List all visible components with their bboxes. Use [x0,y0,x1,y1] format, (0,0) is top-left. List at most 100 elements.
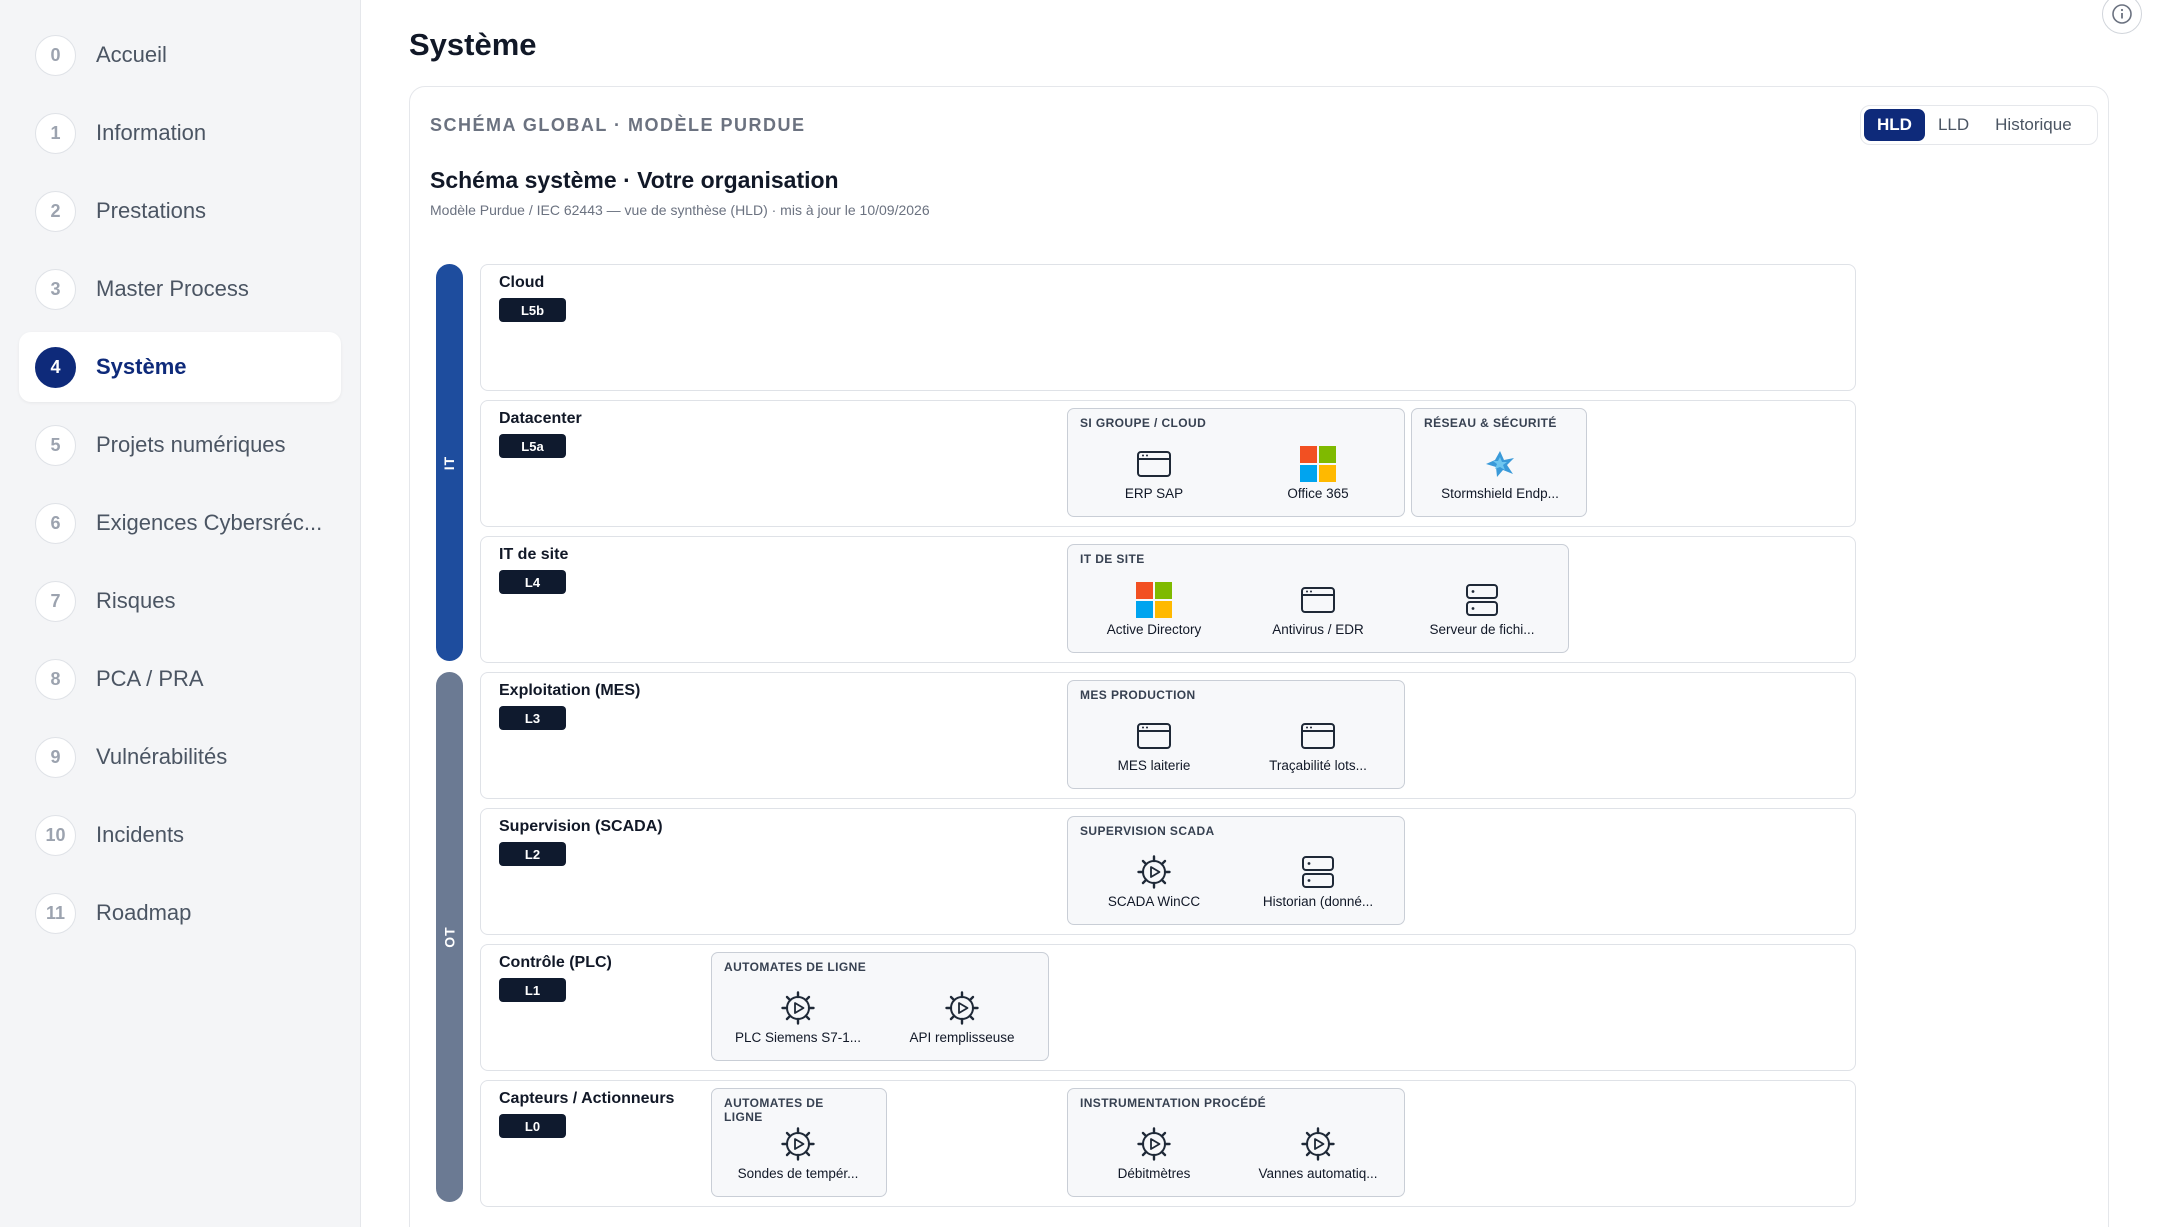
group-title: SUPERVISION SCADA [1080,824,1215,838]
asset-label: SCADA WinCC [1107,894,1201,909]
sidebar-item-prestations[interactable]: 2 Prestations [19,176,341,246]
asset-label: Stormshield Endp... [1441,486,1559,501]
step-number: 6 [35,502,76,544]
asset-card[interactable]: Office 365 [1236,445,1400,511]
asset-label: API remplisseuse [909,1030,1015,1045]
asset-group: RÉSEAU & SÉCURITÉ Stormshield Endp... [1411,408,1587,517]
level-badge: L4 [499,570,566,594]
asset-group: SI GROUPE / CLOUD ERP SAP Office 365 [1067,408,1405,517]
asset-card[interactable]: Historian (donné... [1236,853,1400,919]
asset-label: Vannes automatiq... [1258,1166,1378,1181]
sidebar-item-roadmap[interactable]: 11 Roadmap [19,878,341,948]
sidebar-item-projets-numeriques[interactable]: 5 Projets numériques [19,410,341,480]
level-badge: L3 [499,706,566,730]
info-icon [2112,4,2132,24]
step-number: 10 [35,814,76,856]
group-title: RÉSEAU & SÉCURITÉ [1424,416,1557,430]
tab-lld[interactable]: LLD [1925,109,1982,141]
level-row-l5b: Cloud L5b [480,264,1856,391]
asset-label: Serveur de fichi... [1429,622,1535,637]
sidebar-item-label: PCA / PRA [96,666,204,691]
gear-play-icon [1137,1127,1171,1161]
group-title: MES PRODUCTION [1080,688,1196,702]
microsoft-logo-icon [1136,582,1172,618]
sidebar-item-label: Incidents [96,822,185,847]
schema-title: Schéma système · Votre organisation [430,167,839,193]
tab-historique[interactable]: Historique [1982,109,2085,141]
step-number: 3 [35,268,76,310]
level-name: Contrôle (PLC) [499,954,612,971]
level-row-l5a: Datacenter L5a SI GROUPE / CLOUD ERP SAP… [480,400,1856,527]
tab-hld[interactable]: HLD [1864,109,1925,141]
asset-card[interactable]: Sondes de tempér... [716,1125,880,1191]
asset-group: SUPERVISION SCADA SCADA WinCC Historian … [1067,816,1405,925]
sidebar-item-accueil[interactable]: 0 Accueil [19,20,341,90]
step-number: 11 [35,892,76,934]
asset-card[interactable]: Traçabilité lots... [1236,717,1400,783]
zone-label: OT [441,926,458,948]
level-name: Datacenter [499,410,582,427]
sidebar-item-risques[interactable]: 7 Risques [19,566,341,636]
sidebar-item-label: Projets numériques [96,432,286,457]
gear-play-icon [781,991,815,1025]
gear-play-icon [1301,1127,1335,1161]
level-row-l0: Capteurs / Actionneurs L0 AUTOMATES DE L… [480,1080,1856,1207]
sidebar-item-exigences-cybersecurite[interactable]: 6 Exigences Cybersréc... [19,488,341,558]
asset-label: Traçabilité lots... [1269,758,1367,773]
sidebar-item-label: Système [96,354,187,379]
page-title: Système [409,27,537,62]
asset-group: AUTOMATES DE LIGNE PLC Siemens S7-1... A… [711,952,1049,1061]
card-kicker: SCHÉMA GLOBAL · MODÈLE PURDUE [430,115,806,135]
group-title: IT DE SITE [1080,552,1145,566]
asset-label: Office 365 [1287,486,1349,501]
group-title: SI GROUPE / CLOUD [1080,416,1207,430]
window-icon [1137,723,1171,749]
sidebar: 0 Accueil 1 Information 2 Prestations 3 … [0,0,361,1227]
group-title: AUTOMATES DE LIGNE [724,960,867,974]
asset-label: Antivirus / EDR [1272,622,1364,637]
asset-card[interactable]: ERP SAP [1072,445,1236,511]
step-number: 0 [35,34,76,76]
level-row-l4: IT de site L4 IT DE SITE Active Director… [480,536,1856,663]
microsoft-logo-icon [1300,446,1336,482]
zone-bar-it: IT [436,264,463,661]
asset-card[interactable]: SCADA WinCC [1072,853,1236,919]
sidebar-item-label: Information [96,120,207,145]
group-title: INSTRUMENTATION PROCÉDÉ [1080,1096,1267,1110]
level-name: Cloud [499,274,545,291]
sidebar-item-information[interactable]: 1 Information [19,98,341,168]
zone-label: IT [441,455,458,470]
zone-bar-ot: OT [436,672,463,1202]
gear-play-icon [781,1127,815,1161]
sidebar-item-pca-pra[interactable]: 8 PCA / PRA [19,644,341,714]
asset-card[interactable]: Débitmètres [1072,1125,1236,1191]
sidebar-item-label: Accueil [96,42,167,67]
asset-group: IT DE SITE Active Directory Antivirus / … [1067,544,1569,653]
asset-label: Historian (donné... [1262,894,1374,909]
asset-label: Active Directory [1106,622,1202,637]
asset-label: PLC Siemens S7-1... [734,1030,862,1045]
info-button[interactable] [2102,0,2142,34]
level-row-l1: Contrôle (PLC) L1 AUTOMATES DE LIGNE PLC… [480,944,1856,1071]
step-number: 9 [35,736,76,778]
asset-group: MES PRODUCTION MES laiterie Traçabilité … [1067,680,1405,789]
asset-card[interactable]: Vannes automatiq... [1236,1125,1400,1191]
asset-card[interactable]: API remplisseuse [880,989,1044,1055]
asset-card[interactable]: PLC Siemens S7-1... [716,989,880,1055]
level-badge: L5a [499,434,566,458]
level-name: Exploitation (MES) [499,682,641,699]
sidebar-item-label: Master Process [96,276,249,301]
step-number: 7 [35,580,76,622]
asset-card[interactable]: Serveur de fichi... [1400,581,1564,647]
asset-card[interactable]: MES laiterie [1072,717,1236,783]
sidebar-item-incidents[interactable]: 10 Incidents [19,800,341,870]
level-badge: L2 [499,842,566,866]
level-name: IT de site [499,546,569,563]
window-icon [1301,587,1335,613]
asset-card[interactable]: Active Directory [1072,581,1236,647]
sidebar-item-vulnerabilites[interactable]: 9 Vulnérabilités [19,722,341,792]
asset-card[interactable]: Stormshield Endp... [1418,445,1582,511]
sidebar-item-systeme[interactable]: 4 Système [19,332,341,402]
sidebar-item-master-process[interactable]: 3 Master Process [19,254,341,324]
asset-card[interactable]: Antivirus / EDR [1236,581,1400,647]
